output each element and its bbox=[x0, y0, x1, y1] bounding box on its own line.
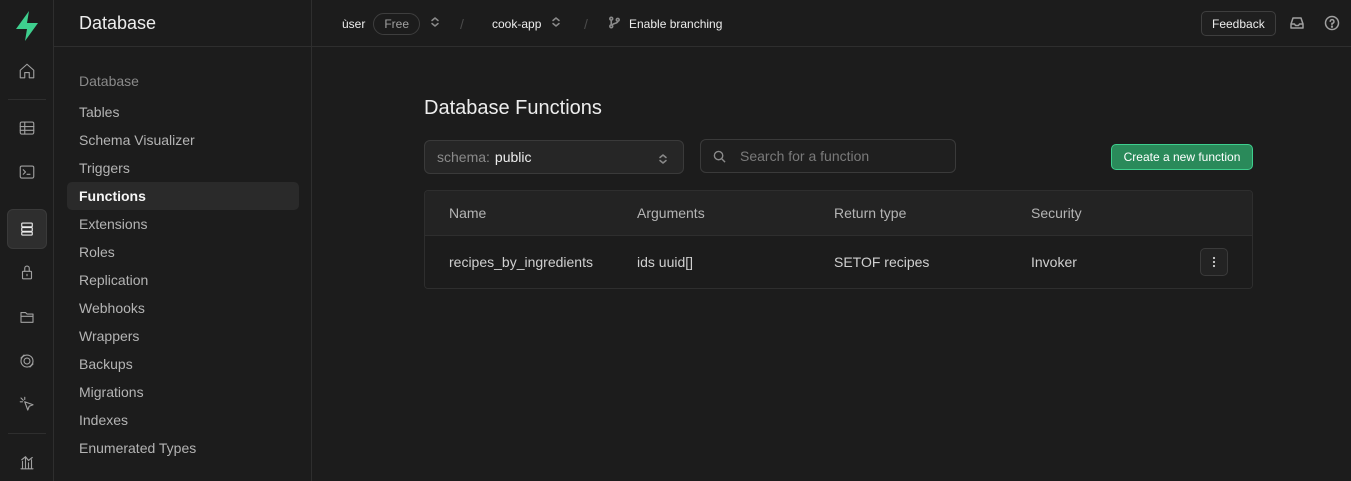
sidebar-nav: Tables Schema Visualizer Triggers Functi… bbox=[67, 98, 299, 462]
sidebar-item-backups[interactable]: Backups bbox=[67, 350, 299, 378]
create-function-button[interactable]: Create a new function bbox=[1111, 144, 1253, 170]
page-title: Database Functions bbox=[424, 97, 602, 119]
function-arguments: ids uuid[] bbox=[637, 254, 694, 270]
sidebar-header: Database bbox=[54, 0, 311, 47]
table-editor-icon[interactable] bbox=[11, 112, 43, 144]
sidebar-item-wrappers[interactable]: Wrappers bbox=[67, 322, 299, 350]
sidebar-item-migrations[interactable]: Migrations bbox=[67, 378, 299, 406]
sidebar-item-tables[interactable]: Tables bbox=[67, 98, 299, 126]
table-row[interactable]: recipes_by_ingredients ids uuid[] SETOF … bbox=[425, 236, 1252, 288]
realtime-icon[interactable] bbox=[11, 345, 43, 377]
rail-divider bbox=[8, 433, 46, 434]
org-selector[interactable]: ùser Free bbox=[342, 0, 441, 47]
org-name: ùser bbox=[342, 16, 366, 31]
main-content: Database Functions schema: public Create… bbox=[312, 47, 1351, 481]
reports-icon[interactable] bbox=[11, 446, 43, 478]
icon-rail bbox=[0, 0, 54, 481]
sidebar-item-enumerated-types[interactable]: Enumerated Types bbox=[67, 434, 299, 462]
sidebar-item-functions[interactable]: Functions bbox=[67, 182, 299, 210]
sidebar-section-title: Database bbox=[79, 73, 139, 89]
function-name: recipes_by_ingredients bbox=[449, 254, 593, 270]
chevron-updown-icon bbox=[550, 16, 562, 31]
schema-value: public bbox=[494, 149, 532, 165]
feedback-button[interactable]: Feedback bbox=[1201, 11, 1276, 36]
enable-branching-button[interactable]: Enable branching bbox=[608, 0, 722, 47]
schema-label: schema: bbox=[437, 149, 490, 165]
row-actions-button[interactable] bbox=[1200, 248, 1228, 276]
sidebar-item-replication[interactable]: Replication bbox=[67, 266, 299, 294]
sidebar-item-extensions[interactable]: Extensions bbox=[67, 210, 299, 238]
sidebar-item-roles[interactable]: Roles bbox=[67, 238, 299, 266]
sidebar-item-indexes[interactable]: Indexes bbox=[67, 406, 299, 434]
sidebar: Database Database Tables Schema Visualiz… bbox=[54, 0, 312, 481]
breadcrumb-separator: / bbox=[584, 15, 588, 32]
edge-functions-icon[interactable] bbox=[11, 388, 43, 420]
column-header-return-type: Return type bbox=[834, 205, 907, 221]
help-icon[interactable] bbox=[1323, 14, 1341, 32]
function-security: Invoker bbox=[1031, 254, 1077, 270]
auth-lock-icon[interactable] bbox=[11, 256, 43, 288]
schema-selector[interactable]: schema: public bbox=[424, 140, 684, 174]
home-icon[interactable] bbox=[11, 55, 43, 87]
search-icon bbox=[713, 150, 726, 163]
search-input[interactable] bbox=[740, 148, 930, 164]
sql-editor-icon[interactable] bbox=[11, 156, 43, 188]
sidebar-item-webhooks[interactable]: Webhooks bbox=[67, 294, 299, 322]
storage-icon[interactable] bbox=[11, 301, 43, 333]
enable-branching-label: Enable branching bbox=[629, 16, 723, 31]
more-vertical-icon bbox=[1212, 256, 1216, 268]
rail-divider bbox=[8, 99, 46, 100]
chevron-updown-icon bbox=[429, 16, 441, 31]
sidebar-item-schema-visualizer[interactable]: Schema Visualizer bbox=[67, 126, 299, 154]
breadcrumb-separator: / bbox=[460, 15, 464, 32]
column-header-arguments: Arguments bbox=[637, 205, 705, 221]
project-selector[interactable]: cook-app bbox=[492, 0, 562, 47]
database-icon[interactable] bbox=[7, 209, 47, 249]
chevron-updown-icon bbox=[657, 152, 669, 168]
inbox-icon[interactable] bbox=[1288, 14, 1306, 32]
function-search bbox=[700, 139, 956, 173]
git-branch-icon bbox=[608, 15, 621, 32]
top-bar: ùser Free / cook-app / Enable branching … bbox=[312, 0, 1351, 47]
supabase-logo-icon[interactable] bbox=[13, 10, 41, 42]
sidebar-title: Database bbox=[79, 12, 157, 33]
column-header-name: Name bbox=[449, 205, 487, 221]
table-header: Name Arguments Return type Security bbox=[425, 191, 1252, 236]
function-return-type: SETOF recipes bbox=[834, 254, 930, 270]
project-name: cook-app bbox=[492, 16, 542, 31]
functions-table: Name Arguments Return type Security reci… bbox=[424, 190, 1253, 289]
sidebar-item-triggers[interactable]: Triggers bbox=[67, 154, 299, 182]
column-header-security: Security bbox=[1031, 205, 1082, 221]
plan-badge: Free bbox=[373, 12, 421, 35]
